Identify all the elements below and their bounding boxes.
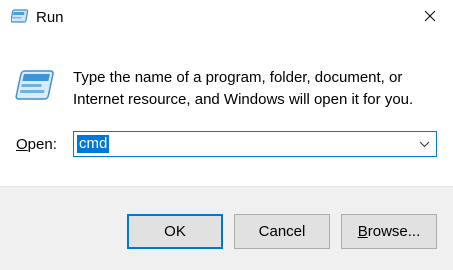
close-icon xyxy=(424,9,436,27)
prompt-text: Type the name of a program, folder, docu… xyxy=(73,67,433,111)
cancel-button[interactable]: Cancel xyxy=(234,214,330,249)
browse-label: rowse... xyxy=(367,223,421,240)
window-title: Run xyxy=(36,9,64,26)
dialog-body: Type the name of a program, folder, docu… xyxy=(0,38,453,186)
run-icon xyxy=(10,9,29,25)
open-label-accelerator: O xyxy=(16,136,28,153)
open-label: Open: xyxy=(16,136,57,153)
browse-accelerator: B xyxy=(357,223,368,240)
button-bar: OK Cancel Browse... xyxy=(0,186,453,270)
run-icon xyxy=(14,69,54,105)
browse-button[interactable]: Browse... xyxy=(341,214,437,249)
prompt-line-1: Type the name of a program, folder, docu… xyxy=(73,69,403,86)
dropdown-button[interactable] xyxy=(414,133,434,155)
ok-button[interactable]: OK xyxy=(127,214,223,249)
prompt-line-2: Internet resource, and Windows will open… xyxy=(73,91,414,108)
title-bar: Run xyxy=(0,0,453,38)
open-input-value[interactable]: cmd xyxy=(77,135,110,153)
open-combobox[interactable]: cmd xyxy=(73,131,437,157)
close-button[interactable] xyxy=(407,0,453,36)
chevron-down-icon xyxy=(419,135,430,153)
open-label-text: pen: xyxy=(27,136,57,153)
